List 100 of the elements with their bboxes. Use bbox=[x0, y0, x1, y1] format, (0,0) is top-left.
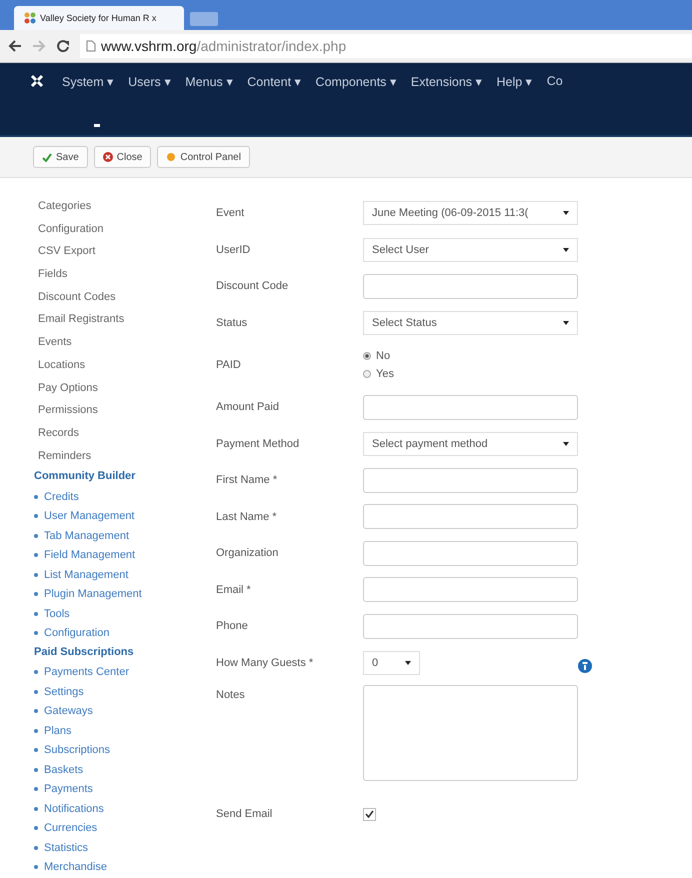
sidebar-link[interactable]: Statistics bbox=[44, 842, 88, 854]
sidebar-link[interactable]: Configuration bbox=[38, 218, 200, 240]
sidebar-link[interactable]: Settings bbox=[44, 686, 84, 698]
dropdown[interactable]: June Meeting (06-09-2015 11:3( bbox=[363, 201, 578, 226]
menu-item[interactable]: Co bbox=[546, 74, 563, 88]
sidebar-link[interactable]: CSV Export bbox=[38, 240, 200, 264]
input-field[interactable] bbox=[363, 577, 578, 602]
browser-tab[interactable]: Valley Society for Human R x bbox=[14, 6, 184, 30]
sidebar-link[interactable]: Merchandise bbox=[44, 861, 107, 873]
menu-item[interactable]: Extensions ▾ bbox=[410, 74, 483, 88]
bullet-icon bbox=[34, 768, 38, 772]
bullet-icon bbox=[34, 514, 38, 518]
field-label: Amount Paid bbox=[215, 401, 280, 414]
menu-item[interactable]: Content ▾ bbox=[247, 74, 302, 88]
field-label: Organization bbox=[215, 547, 280, 560]
sidebar-link[interactable]: Baskets bbox=[44, 764, 84, 776]
bullet-icon bbox=[34, 592, 38, 596]
bullet-icon bbox=[34, 553, 38, 557]
radio-button[interactable] bbox=[363, 370, 371, 378]
url-text: www.vshrm.org/administrator/index.php bbox=[101, 38, 346, 54]
input-field[interactable] bbox=[363, 394, 578, 420]
bullet-icon bbox=[34, 865, 38, 869]
sidebar-link[interactable]: Currencies bbox=[44, 822, 98, 834]
menu-item[interactable]: System ▾ bbox=[62, 74, 114, 88]
bullet-icon bbox=[34, 612, 38, 616]
page-icon bbox=[86, 40, 96, 52]
sidebar-link[interactable]: Plans bbox=[44, 724, 72, 736]
bullet-icon bbox=[34, 709, 38, 713]
field-label: PAID bbox=[215, 359, 242, 371]
dropdown[interactable]: Select Status bbox=[363, 310, 578, 335]
field-label: Status bbox=[215, 316, 248, 329]
sidebar-link[interactable]: Pay Options bbox=[38, 376, 200, 400]
sidebar-link[interactable]: Credits bbox=[44, 490, 79, 502]
dropdown[interactable]: Select User bbox=[363, 238, 578, 262]
new-tab-button[interactable] bbox=[190, 12, 218, 26]
menu-item[interactable]: Users ▾ bbox=[128, 74, 172, 88]
reload-icon[interactable] bbox=[56, 39, 70, 53]
back-arrow-icon[interactable] bbox=[8, 40, 22, 52]
toolbar-button[interactable]: Save bbox=[33, 146, 88, 168]
field-label: Notes bbox=[215, 688, 246, 701]
input-field[interactable] bbox=[363, 274, 578, 299]
bullet-icon bbox=[34, 806, 38, 810]
sidebar-link[interactable]: Email Registrants bbox=[38, 308, 200, 332]
sidebar-link[interactable]: Records bbox=[38, 422, 200, 445]
sidebar-link[interactable]: Permissions bbox=[38, 399, 200, 422]
toolbar-button[interactable]: Close bbox=[94, 146, 152, 168]
menu-item[interactable]: Help ▾ bbox=[496, 74, 533, 88]
bullet-icon bbox=[34, 748, 38, 752]
sidebar-link[interactable]: Configuration bbox=[44, 627, 110, 639]
info-icon[interactable] bbox=[578, 658, 592, 672]
sidebar-link[interactable]: List Management bbox=[44, 568, 128, 580]
field-label: Event bbox=[215, 207, 246, 220]
field-label: UserID bbox=[215, 244, 252, 256]
field-label: Payment Method bbox=[215, 438, 300, 450]
bullet-icon bbox=[34, 534, 38, 538]
sidebar-link[interactable]: Gateways bbox=[44, 705, 93, 717]
sidebar-heading: Community Builder bbox=[34, 469, 136, 484]
input-field[interactable] bbox=[363, 540, 578, 566]
sidebar-link[interactable]: Payments Center bbox=[44, 666, 129, 678]
radio-button[interactable] bbox=[363, 352, 371, 360]
sidebar-link[interactable]: Field Management bbox=[44, 549, 136, 561]
bullet-icon bbox=[34, 826, 38, 830]
sidebar-link[interactable]: Tools bbox=[44, 608, 70, 620]
sidebar-link[interactable]: Tab Management bbox=[44, 530, 129, 542]
sidebar-link[interactable]: Reminders bbox=[38, 444, 200, 468]
sidebar-link[interactable]: Fields bbox=[38, 263, 200, 286]
dot-icon bbox=[166, 152, 176, 162]
toolbar-button[interactable]: Control Panel bbox=[157, 146, 250, 168]
bullet-icon bbox=[34, 690, 38, 694]
radio-label: No bbox=[376, 350, 390, 362]
text-area[interactable] bbox=[363, 685, 578, 781]
field-label: Discount Code bbox=[215, 280, 290, 292]
bullet-icon bbox=[34, 670, 38, 674]
menu-item[interactable]: Components ▾ bbox=[316, 74, 397, 88]
bullet-icon bbox=[34, 631, 38, 635]
bullet-icon bbox=[34, 494, 38, 498]
menu-item[interactable]: Menus ▾ bbox=[185, 74, 234, 88]
input-field[interactable] bbox=[363, 468, 578, 493]
sidebar-link[interactable]: User Management bbox=[44, 510, 134, 522]
bullet-icon bbox=[34, 728, 38, 732]
dropdown[interactable]: 0 bbox=[363, 650, 420, 675]
dropdown[interactable]: Select payment method bbox=[363, 432, 578, 456]
input-field[interactable] bbox=[363, 504, 578, 530]
close-icon bbox=[102, 152, 113, 162]
field-label: How Many Guests * bbox=[215, 656, 314, 669]
address-bar[interactable]: www.vshrm.org/administrator/index.php bbox=[80, 34, 692, 58]
sidebar-link[interactable]: Plugin Management bbox=[44, 588, 142, 600]
sidebar-link[interactable]: Subscriptions bbox=[44, 744, 110, 756]
sidebar-link[interactable]: Events bbox=[38, 331, 200, 354]
checkbox[interactable] bbox=[363, 808, 376, 820]
sidebar-link[interactable]: Payments bbox=[44, 783, 93, 795]
forward-arrow-icon[interactable] bbox=[32, 40, 46, 52]
input-field[interactable] bbox=[363, 614, 578, 639]
sidebar-link[interactable]: Locations bbox=[38, 354, 200, 376]
sidebar-link[interactable]: Notifications bbox=[44, 802, 104, 814]
field-label: Send Email bbox=[215, 808, 274, 820]
field-label: Last Name * bbox=[215, 510, 278, 523]
bullet-icon bbox=[34, 846, 38, 850]
sidebar-link[interactable]: Categories bbox=[38, 195, 200, 218]
sidebar-link[interactable]: Discount Codes bbox=[38, 286, 200, 308]
